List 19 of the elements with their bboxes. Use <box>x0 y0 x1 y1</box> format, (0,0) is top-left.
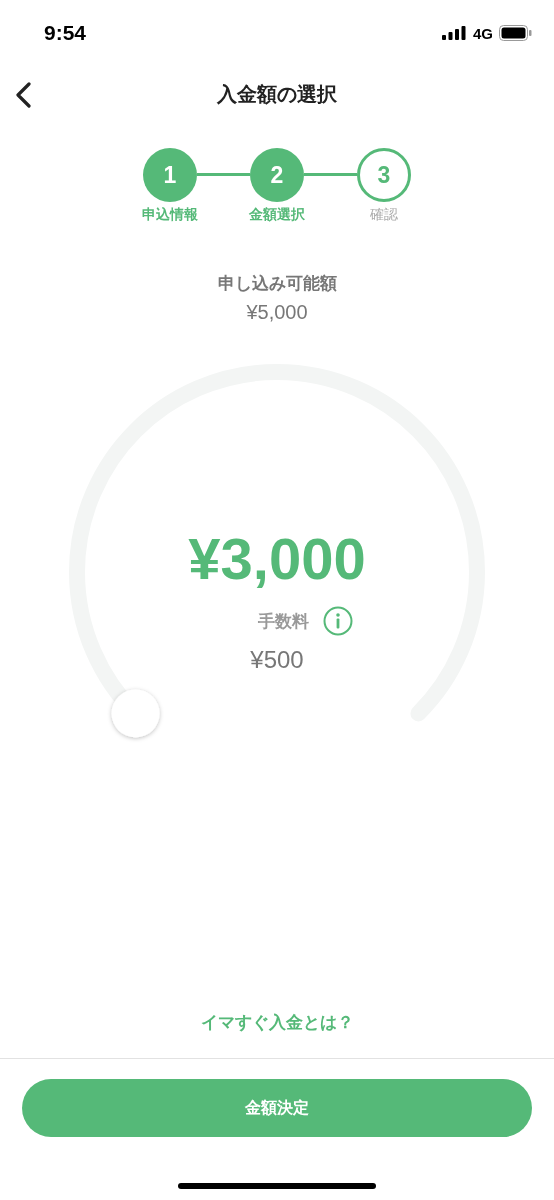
help-link[interactable]: イマすぐ入金とは？ <box>200 1011 354 1034</box>
step-circle: 3 <box>357 148 411 202</box>
selected-amount: ¥3,000 <box>188 525 366 593</box>
network-label: 4G <box>473 24 493 42</box>
clock-time: 9:54 <box>44 21 87 45</box>
step-circle: 1 <box>143 148 197 202</box>
step-label: 金額選択 <box>249 206 305 224</box>
fee-label: 手数料 <box>257 609 309 633</box>
limit-amount: ¥5,000 <box>246 301 308 324</box>
signal-icon <box>442 26 467 40</box>
battery-icon <box>499 25 532 41</box>
step-label: 確認 <box>370 206 398 224</box>
confirm-button[interactable]: 金額決定 <box>22 1079 532 1137</box>
step-circle: 2 <box>250 148 304 202</box>
limit-label: 申し込み可能額 <box>217 272 337 295</box>
step-label: 申込情報 <box>142 206 198 224</box>
screen-title: 入金額の選択 <box>217 80 337 108</box>
fee-amount: ¥500 <box>250 646 304 674</box>
info-icon[interactable] <box>322 606 353 636</box>
